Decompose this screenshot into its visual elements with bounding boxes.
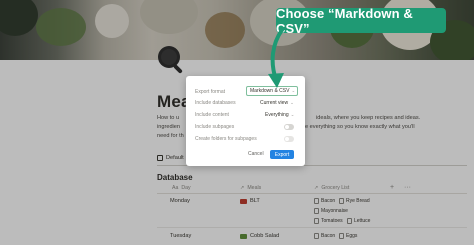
chevron-down-icon: ⌄ <box>290 112 295 117</box>
callout-arrow-icon <box>268 28 284 88</box>
create-folders-label: Create folders for subpages <box>195 136 257 142</box>
include-databases-select[interactable]: Current view ⌄ <box>260 100 294 106</box>
include-content-label: Include content <box>195 112 229 118</box>
include-content-select[interactable]: Everything ⌄ <box>265 112 294 118</box>
include-databases-label: Include databases <box>195 100 236 106</box>
callout-label: Choose “Markdown & CSV” <box>276 6 446 36</box>
export-format-label: Export format <box>195 89 226 95</box>
include-subpages-toggle[interactable] <box>284 124 294 130</box>
cancel-button[interactable]: Cancel <box>248 151 264 157</box>
create-folders-toggle[interactable] <box>284 136 294 142</box>
export-button[interactable]: Export <box>270 150 294 159</box>
include-subpages-label: Include subpages <box>195 124 235 130</box>
chevron-down-icon: ⌄ <box>290 100 294 105</box>
